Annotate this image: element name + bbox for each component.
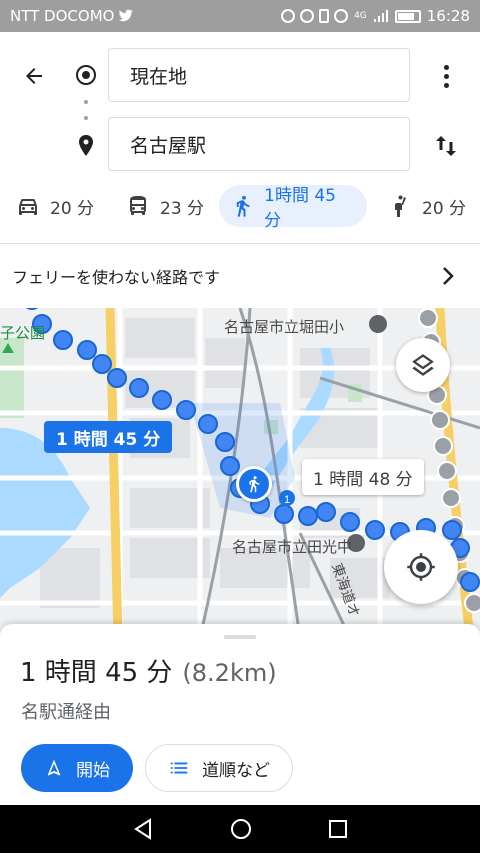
route-summary: 1 時間 45 分 (8.2km) [20, 652, 277, 689]
route-notice-text: フェリーを使わない経路です [12, 268, 221, 287]
system-navigation-bar [0, 805, 480, 853]
sync-icon [281, 9, 296, 23]
twitter-icon [119, 9, 134, 22]
back-button[interactable] [18, 60, 50, 92]
destination-pin-icon [79, 135, 93, 156]
car-icon [19, 199, 37, 215]
mode-transit-tab[interactable]: 23 分 [114, 185, 216, 227]
steps-button[interactable]: 道順など [145, 744, 293, 792]
layers-button[interactable] [396, 338, 450, 392]
clock: 16:28 [426, 7, 470, 25]
destination-field[interactable]: 名古屋駅 [108, 117, 410, 171]
list-icon [170, 762, 188, 774]
route-connector [84, 100, 88, 120]
map-label-school-south: 名古屋市立田光中 [232, 538, 353, 556]
swap-icon[interactable] [430, 130, 462, 162]
vibrate-icon [319, 9, 330, 23]
layers-icon [412, 354, 434, 376]
alarm-icon [334, 9, 349, 23]
more-options-button[interactable] [432, 60, 460, 92]
start-label: 開始 [76, 760, 110, 781]
route-duration-badge-main[interactable]: 1 時間 45 分 [44, 421, 173, 453]
route-distance: (8.2km) [182, 659, 277, 687]
origin-dot-icon [76, 65, 96, 85]
mode-ride-duration: 20 分 [422, 198, 467, 219]
location-icon [300, 9, 315, 23]
mode-walk-duration: 1時間 45 分 [264, 186, 336, 231]
signal-icon [373, 10, 388, 22]
mode-transit-duration: 23 分 [160, 198, 205, 219]
nav-home-icon[interactable] [229, 817, 253, 841]
nav-recents-icon[interactable] [327, 818, 349, 840]
nav-back-icon[interactable] [131, 817, 155, 841]
sheet-drag-handle[interactable] [224, 635, 256, 639]
mode-ride-tab[interactable]: 20 分 [376, 185, 478, 227]
mode-car-duration: 20 分 [50, 198, 95, 219]
chevron-right-icon [443, 267, 454, 285]
route-duration-badge-alt[interactable]: 1 時間 48 分 [302, 459, 424, 495]
route-notice-row[interactable]: フェリーを使わない経路です [0, 244, 480, 308]
network-label: 4G [354, 11, 367, 21]
origin-field[interactable]: 現在地 [108, 48, 410, 102]
start-navigation-button[interactable]: 開始 [21, 744, 133, 792]
mode-walk-tab[interactable]: 1時間 45 分 [219, 185, 367, 231]
highway-west [105, 308, 123, 638]
travel-modes: 20 分 23 分 1時間 45 分 20 分 [0, 177, 480, 235]
my-location-button[interactable] [384, 530, 458, 604]
route-summary-sheet: 1 時間 45 分 (8.2km) 名駅通経由 開始 道順など [0, 624, 480, 805]
route-shield-label: 1 [284, 494, 290, 506]
status-left: NTT DOCOMO [10, 7, 134, 25]
ride-hail-icon [395, 195, 406, 217]
mode-car-tab[interactable]: 20 分 [4, 185, 106, 227]
status-icons [281, 9, 349, 23]
status-bar: NTT DOCOMO 4G 16:28 [0, 0, 480, 32]
steps-label: 道順など [202, 760, 270, 781]
my-location-icon [407, 553, 435, 581]
back-arrow-icon [26, 68, 42, 84]
status-right: 4G 16:28 [281, 7, 470, 25]
navigation-arrow-icon [47, 759, 61, 776]
map-label-park: 子公園 [0, 324, 46, 342]
directions-header: 現在地 名古屋駅 [0, 32, 480, 177]
bus-icon [130, 196, 146, 215]
carrier-label: NTT DOCOMO [10, 7, 115, 25]
map-label-school-north: 名古屋市立堀田小 [224, 318, 345, 336]
battery-icon [394, 9, 421, 23]
walk-icon [236, 195, 250, 217]
walk-marker-icon [236, 466, 272, 502]
route-via: 名駅通経由 [21, 702, 111, 723]
route-duration: 1 時間 45 分 [20, 658, 173, 688]
